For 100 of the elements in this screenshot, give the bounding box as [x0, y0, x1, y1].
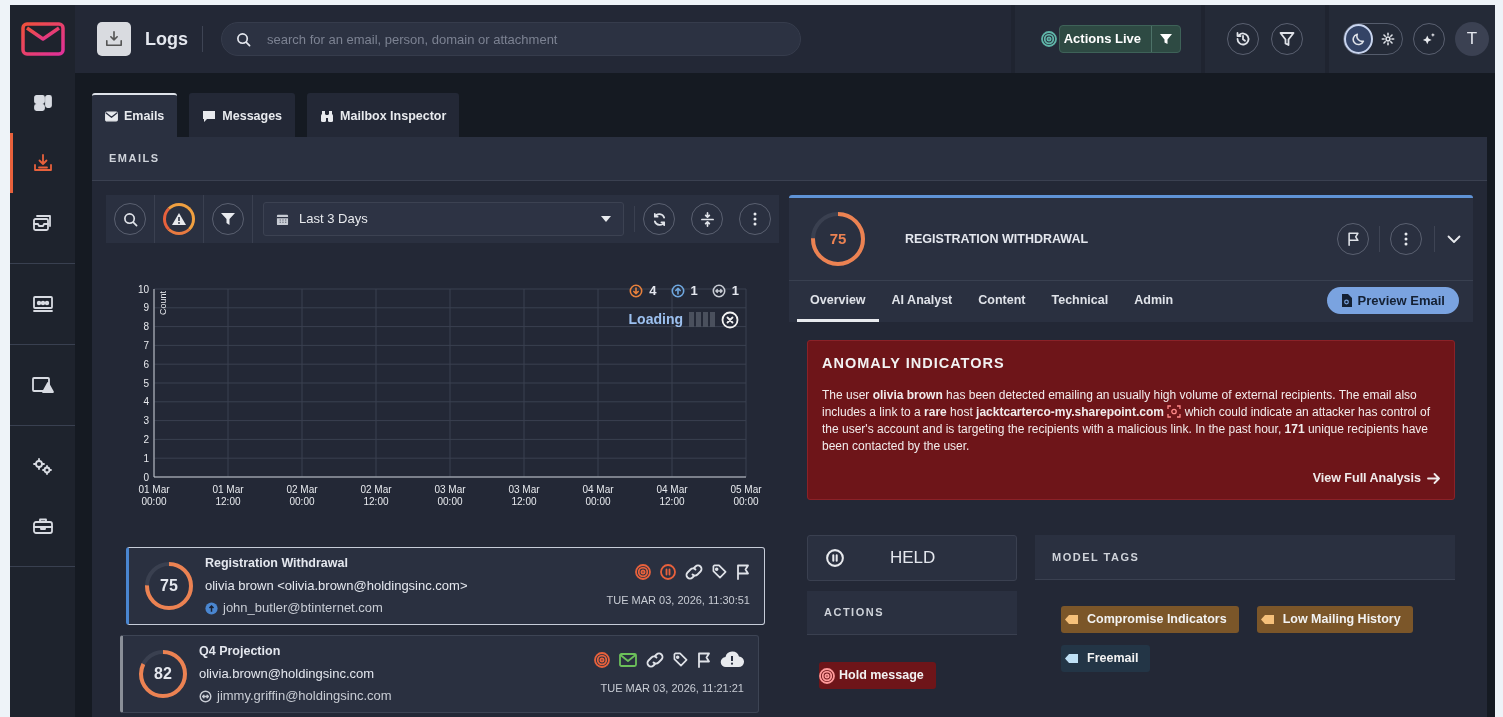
- outbound-arrow-icon: [205, 601, 218, 615]
- tag-icon: [1260, 614, 1275, 625]
- actions-live-button[interactable]: Actions Live: [1059, 26, 1152, 52]
- target-icon: [594, 651, 610, 668]
- arrow-right-icon: [1427, 472, 1440, 484]
- gears-icon: [30, 456, 55, 476]
- email-sender: olivia brown <olivia.brown@holdingsinc.com>: [205, 576, 469, 595]
- score-ring: [137, 648, 189, 700]
- dark-theme-option[interactable]: [1344, 24, 1374, 54]
- preview-email-button[interactable]: Preview Email: [1326, 287, 1459, 314]
- target-icon: [1040, 31, 1057, 47]
- email-timestamp: TUE MAR 03, 2026, 11:30:51: [606, 592, 750, 608]
- actions-header: ACTIONS: [807, 591, 1017, 635]
- tab[interactable]: Content: [965, 281, 1039, 322]
- section-title: EMAILS: [92, 137, 1487, 181]
- x-tick-label: 04 Mar 00:00: [582, 484, 614, 507]
- pause-icon: [826, 549, 844, 567]
- scan-icon: [1167, 404, 1182, 418]
- x-tick-label: 02 Mar 00:00: [286, 484, 318, 507]
- tab[interactable]: Mailbox Inspector: [307, 93, 460, 137]
- tab[interactable]: Emails: [92, 93, 178, 137]
- actions-live-control[interactable]: Actions Live: [1058, 25, 1181, 53]
- y-tick-label: 0: [143, 471, 149, 483]
- calendar-icon: [276, 212, 289, 226]
- email-row[interactable]: 75 Registration Withdrawal olivia brown <olivia.brown@holdingsinc.com> john_butler@btinternet.com TUE MAR 03, 2026, 11:30:51: [126, 547, 765, 625]
- search-icon: [122, 211, 138, 227]
- filter-icon: [1279, 31, 1295, 47]
- email-subject: Q4 Projection: [199, 643, 282, 661]
- tag-icon: [1065, 614, 1079, 625]
- envelope-logo[interactable]: [20, 22, 65, 56]
- tab[interactable]: Overview: [797, 281, 879, 322]
- x-tick-label: 03 Mar 00:00: [434, 484, 466, 507]
- search-input[interactable]: search for an email, person, domain or attachment: [265, 24, 800, 54]
- x-tick-label: 03 Mar 12:00: [508, 484, 540, 507]
- model-tag[interactable]: Low Mailing History: [1256, 606, 1413, 633]
- legend-count: 1: [690, 282, 698, 300]
- target-icon: [635, 563, 651, 580]
- hold-message-button[interactable]: Hold message: [819, 662, 936, 689]
- envelope-icon: [619, 652, 637, 667]
- warning-icon: [171, 212, 187, 226]
- y-tick-label: 6: [143, 358, 149, 370]
- speech-bubble-icon: [202, 109, 217, 123]
- image-warning-icon: [30, 375, 55, 395]
- anomaly-text: The user olivia brown has been detected emailing an usually high volume of external recipients. The email also includes a link to a rare host jacktcarterco-my.sharepoint.com which could indicate an attacker has control of the user's account and is targeting the recipients with a malicious link. In the past hour, 171 unique recipients have been contacted by the user.: [822, 386, 1432, 455]
- target-icon: [819, 667, 835, 684]
- y-tick-label: 4: [143, 396, 149, 408]
- download-tray-icon: [105, 30, 123, 48]
- more-icon: [1404, 232, 1408, 246]
- status-label: HELD: [890, 547, 936, 570]
- flag-icon: [697, 651, 711, 668]
- email-timestamp: TUE MAR 03, 2026, 11:21:21: [600, 681, 744, 697]
- y-tick-label: 7: [143, 339, 149, 351]
- view-analysis-link[interactable]: View Full Analysis: [1312, 468, 1440, 488]
- x-tick-label: 01 Mar 00:00: [138, 484, 170, 507]
- legend-count: 1: [731, 282, 739, 300]
- email-recipient: jimmy.griffin@holdingsinc.com: [217, 687, 392, 706]
- tab[interactable]: Messages: [189, 93, 296, 137]
- dashboard-icon: [32, 93, 53, 113]
- tab[interactable]: Admin: [1121, 281, 1187, 322]
- tab[interactable]: AI Analyst: [878, 281, 966, 322]
- tab[interactable]: Technical: [1038, 281, 1122, 322]
- more-icon: [753, 212, 757, 226]
- date-range-dropdown[interactable]: Last 3 Days: [263, 202, 624, 236]
- x-tick-label: 05 Mar 00:00: [730, 484, 762, 507]
- y-tick-label: 8: [143, 321, 149, 333]
- model-tag[interactable]: Compromise Indicators: [1061, 606, 1239, 633]
- envelope-icon: [105, 110, 118, 122]
- tag-icon: [712, 564, 727, 580]
- user-avatar[interactable]: T: [1455, 22, 1489, 56]
- caret-icon: [601, 216, 611, 222]
- y-tick-label: 3: [143, 415, 149, 427]
- model-tag[interactable]: Freemail: [1061, 645, 1151, 672]
- pause-icon: [660, 563, 676, 580]
- email-sender: olivia.brown@holdingsinc.com: [199, 664, 376, 683]
- score: 75: [160, 576, 178, 596]
- tag-icon: [1065, 653, 1079, 664]
- refresh-icon: [651, 211, 667, 227]
- download-tray-icon: [32, 153, 53, 173]
- y-axis-label: Count: [158, 291, 168, 316]
- loading-text: Loading: [628, 310, 683, 329]
- anomaly-title: ANOMALY INDICATORS: [822, 354, 1006, 373]
- search-field[interactable]: search for an email, person, domain or attachment: [221, 22, 801, 56]
- x-tick-label: 04 Mar 12:00: [656, 484, 688, 507]
- legend-count: 4: [649, 282, 657, 300]
- loading-bar: [689, 312, 715, 327]
- y-tick-label: 5: [143, 377, 149, 389]
- alert-filter-button[interactable]: [163, 203, 195, 235]
- search-icon: [236, 31, 251, 47]
- funnel-icon: [220, 212, 236, 226]
- score: 82: [154, 664, 172, 684]
- sparkle-star-icon: [1422, 32, 1436, 46]
- y-tick-label: 9: [143, 302, 149, 314]
- group-board-icon: [31, 294, 54, 314]
- link-icon: [646, 651, 664, 668]
- toolbox-icon: [31, 516, 54, 536]
- y-tick-label: 2: [143, 433, 149, 445]
- email-row[interactable]: 82 Q4 Projection olivia.brown@holdingsinc.com jimmy.griffin@holdingsinc.com TUE MAR 03, 2026, 11:21:21: [120, 635, 759, 713]
- score-ring: [143, 560, 195, 612]
- settings-icon: [1380, 32, 1395, 46]
- tag-icon: [673, 652, 688, 668]
